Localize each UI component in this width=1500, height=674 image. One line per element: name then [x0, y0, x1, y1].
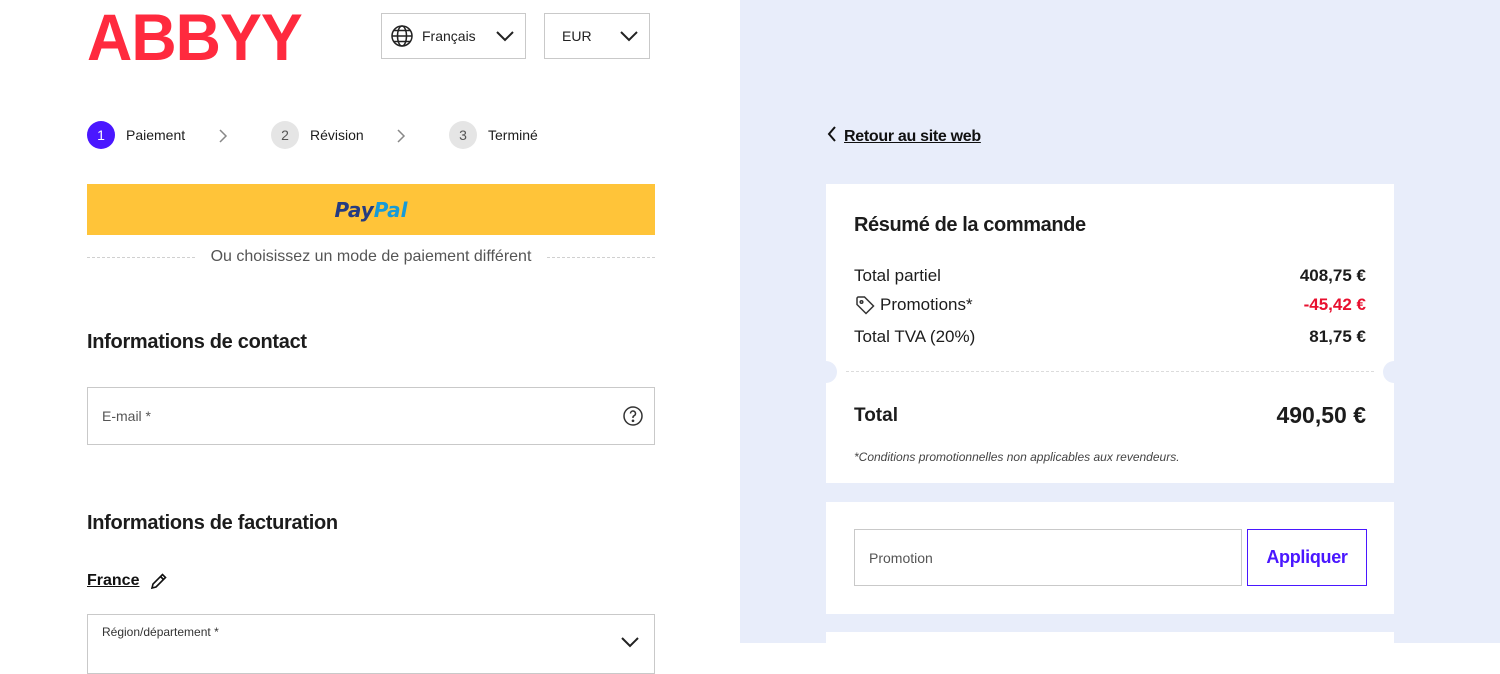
- step-done: 3 Terminé: [449, 121, 538, 149]
- email-field[interactable]: E-mail *: [87, 387, 655, 445]
- payment-divider: Ou choisissez un mode de paiement différ…: [87, 246, 655, 268]
- summary-title: Résumé de la commande: [854, 214, 1086, 236]
- billing-heading: Informations de facturation: [87, 512, 338, 534]
- ticket-notch: [1383, 361, 1405, 383]
- region-select[interactable]: Région/département *: [87, 614, 655, 674]
- email-placeholder: E-mail *: [102, 408, 152, 424]
- total-label: Total: [854, 404, 898, 426]
- step-review: 2 Révision: [271, 121, 364, 149]
- order-summary-card: Résumé de la commande Total partiel 408,…: [815, 184, 1405, 483]
- tag-icon: [854, 294, 876, 316]
- language-select[interactable]: Français: [381, 13, 526, 59]
- promo-code-card: Promotion Appliquer: [826, 502, 1394, 614]
- promotions-value: -45,42 €: [1303, 295, 1366, 314]
- vat-row: Total TVA (20%) 81,75 €: [854, 327, 1366, 347]
- promotions-label: Promotions*: [880, 295, 973, 314]
- next-card: [826, 632, 1394, 652]
- checkout-form-panel: ABBYY Français EUR 1 Paiement 2 Révision: [0, 0, 740, 674]
- step-label: Paiement: [126, 127, 186, 143]
- promo-conditions-note: *Conditions promotionnelles non applicab…: [854, 450, 1180, 464]
- globe-icon: [390, 24, 414, 48]
- divider-text: Ou choisissez un mode de paiement différ…: [210, 248, 532, 265]
- currency-select[interactable]: EUR: [544, 13, 650, 59]
- apply-promo-button[interactable]: Appliquer: [1247, 529, 1367, 586]
- step-number: 1: [87, 121, 115, 149]
- promo-placeholder: Promotion: [869, 550, 933, 566]
- promotions-row: Promotions* -45,42 €: [854, 294, 1366, 316]
- step-number: 2: [271, 121, 299, 149]
- paypal-logo-pal: Pal: [373, 197, 408, 222]
- country-link[interactable]: France: [87, 571, 169, 591]
- subtotal-value: 408,75 €: [1299, 266, 1366, 285]
- vat-value: 81,75 €: [1309, 327, 1366, 346]
- summary-divider: [846, 371, 1374, 372]
- ticket-notch: [815, 361, 837, 383]
- currency-value: EUR: [562, 28, 592, 44]
- promo-code-input[interactable]: Promotion: [854, 529, 1242, 586]
- total-value: 490,50 €: [1276, 402, 1366, 428]
- paypal-logo-pay: Pay: [334, 197, 374, 222]
- chevron-left-icon: [826, 125, 838, 148]
- back-link-label: Retour au site web: [844, 127, 981, 145]
- contact-heading: Informations de contact: [87, 331, 307, 353]
- chevron-down-icon: [495, 29, 515, 46]
- help-icon[interactable]: [623, 406, 643, 431]
- total-row: Total 490,50 €: [854, 402, 1366, 429]
- step-label: Terminé: [488, 127, 538, 143]
- region-label: Région/département *: [102, 625, 219, 639]
- subtotal-label: Total partiel: [854, 266, 941, 285]
- chevron-right-icon: [396, 128, 406, 147]
- language-value: Français: [422, 28, 476, 44]
- step-payment: 1 Paiement: [87, 121, 185, 149]
- subtotal-row: Total partiel 408,75 €: [854, 266, 1366, 286]
- chevron-down-icon: [620, 635, 640, 654]
- chevron-right-icon: [218, 128, 228, 147]
- step-number: 3: [449, 121, 477, 149]
- abbyy-logo[interactable]: ABBYY: [87, 4, 303, 70]
- country-value: France: [87, 572, 140, 589]
- chevron-down-icon: [619, 29, 639, 46]
- vat-label: Total TVA (20%): [854, 327, 976, 346]
- pencil-icon[interactable]: [149, 571, 169, 591]
- paypal-button[interactable]: Pay Pal: [87, 184, 655, 235]
- step-label: Révision: [310, 127, 364, 143]
- back-to-site-link[interactable]: Retour au site web: [826, 125, 981, 148]
